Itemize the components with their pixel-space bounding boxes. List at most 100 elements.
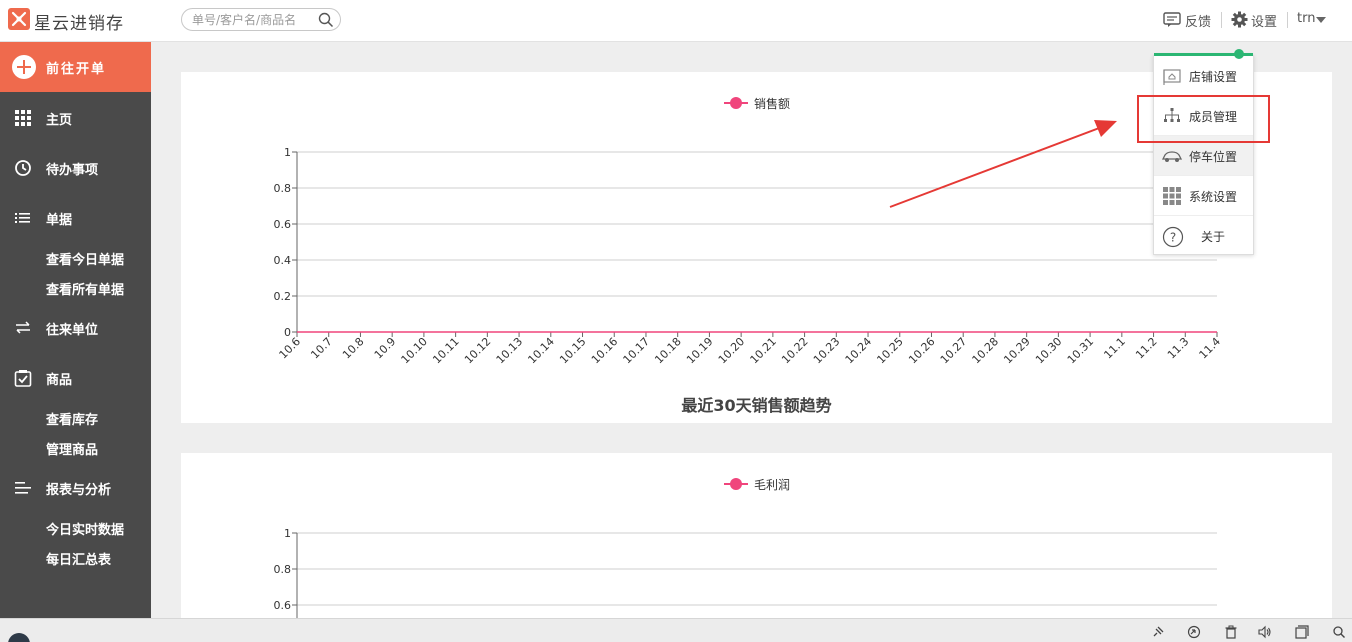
sidebar-item-label: 主页 bbox=[46, 113, 73, 128]
x-tick-label: 10.8 bbox=[340, 335, 367, 362]
x-tick-label: 10.21 bbox=[748, 335, 779, 366]
menu-item-system-settings[interactable]: 系统设置 bbox=[1154, 176, 1253, 216]
feedback-icon[interactable] bbox=[1163, 12, 1181, 32]
grid-icon bbox=[1162, 186, 1182, 206]
svg-text:?: ? bbox=[1170, 231, 1176, 245]
window-icon[interactable] bbox=[1295, 624, 1309, 639]
sidebar-item-label: 待办事项 bbox=[46, 163, 99, 178]
user-menu[interactable]: trn bbox=[1297, 11, 1315, 26]
car-icon bbox=[1161, 146, 1183, 166]
x-tick-label: 10.31 bbox=[1065, 335, 1096, 366]
divider bbox=[1221, 12, 1222, 28]
sidebar-subitem-all-docs[interactable]: 查看所有单据 bbox=[46, 279, 124, 298]
search-icon[interactable] bbox=[1332, 624, 1346, 638]
profit-chart-card: 毛利润 0.6 0.8 1 bbox=[181, 453, 1332, 633]
pin-icon[interactable] bbox=[1151, 624, 1165, 638]
legend-marker bbox=[730, 97, 742, 109]
sidebar-item-label: 报表与分析 bbox=[46, 483, 112, 498]
refresh-icon[interactable] bbox=[1187, 624, 1201, 639]
x-tick-label: 10.9 bbox=[372, 335, 399, 362]
x-tick-label: 10.22 bbox=[779, 335, 810, 366]
x-tick-label: 10.23 bbox=[811, 335, 842, 366]
x-tick-label: 10.17 bbox=[621, 335, 652, 366]
x-tick-label: 10.20 bbox=[716, 335, 747, 366]
search-box[interactable] bbox=[181, 8, 341, 31]
trash-icon[interactable] bbox=[1224, 624, 1238, 639]
x-tick-label: 11.1 bbox=[1101, 335, 1128, 362]
sidebar-subitem-manage-products[interactable]: 管理商品 bbox=[46, 439, 98, 458]
y-tick-label: 1 bbox=[284, 146, 291, 159]
settings-link[interactable]: 设置 bbox=[1251, 11, 1277, 30]
plus-icon bbox=[12, 55, 36, 79]
menu-item-label: 停车位置 bbox=[1189, 150, 1238, 164]
x-tick-label: 11.4 bbox=[1197, 335, 1224, 362]
legend-label: 销售额 bbox=[754, 97, 791, 111]
x-tick-label: 10.6 bbox=[277, 335, 304, 362]
sidebar-item-label: 单据 bbox=[46, 213, 73, 228]
top-bar: 星云进销存 反馈 设置 trn bbox=[0, 0, 1352, 42]
app-title: 星云进销存 bbox=[34, 14, 124, 34]
speaker-icon[interactable] bbox=[1258, 624, 1272, 639]
legend-label: 毛利润 bbox=[754, 478, 791, 492]
sidebar-item-partners[interactable]: 往来单位 bbox=[0, 312, 151, 342]
profit-chart: 0.6 0.8 1 bbox=[274, 527, 1217, 633]
sidebar-item-home[interactable]: 主页 bbox=[0, 102, 151, 132]
list-icon bbox=[14, 209, 32, 227]
exchange-icon bbox=[14, 319, 32, 337]
x-tick-label: 10.25 bbox=[874, 335, 905, 366]
menu-item-label: 店铺设置 bbox=[1189, 70, 1238, 84]
new-order-label: 前往开单 bbox=[46, 62, 107, 77]
y-tick-label: 0.8 bbox=[274, 563, 292, 576]
caret-down-icon[interactable] bbox=[1316, 17, 1326, 23]
x-tick-label: 11.3 bbox=[1165, 335, 1192, 362]
bars-icon bbox=[14, 479, 32, 497]
x-tick-label: 10.10 bbox=[399, 335, 430, 366]
x-tick-label: 10.13 bbox=[494, 335, 525, 366]
y-tick-label: 0.2 bbox=[274, 290, 292, 303]
menu-item-about[interactable]: ? 关于 bbox=[1154, 216, 1253, 256]
sidebar-item-label: 往来单位 bbox=[46, 323, 99, 338]
x-tick-label: 10.11 bbox=[430, 335, 461, 366]
menu-item-label: 系统设置 bbox=[1189, 190, 1238, 204]
sidebar-item-todo[interactable]: 待办事项 bbox=[0, 152, 151, 182]
search-icon[interactable] bbox=[318, 12, 334, 32]
feedback-link[interactable]: 反馈 bbox=[1185, 11, 1211, 30]
help-icon: ? bbox=[1162, 226, 1184, 248]
store-icon bbox=[1162, 66, 1182, 86]
search-input[interactable] bbox=[192, 12, 317, 28]
sidebar-subitem-inventory[interactable]: 查看库存 bbox=[46, 409, 98, 428]
sidebar-subitem-daily-summary[interactable]: 每日汇总表 bbox=[46, 549, 111, 568]
x-tick-label: 10.16 bbox=[589, 335, 620, 366]
y-tick-label: 0.6 bbox=[274, 599, 292, 612]
x-tick-label: 10.7 bbox=[308, 335, 335, 362]
sidebar-item-label: 商品 bbox=[46, 373, 73, 388]
divider bbox=[1287, 12, 1288, 28]
menu-item-label: 关于 bbox=[1201, 230, 1226, 244]
x-tick-label: 10.12 bbox=[462, 335, 493, 366]
y-tick-label: 1 bbox=[284, 527, 291, 540]
clock-icon bbox=[14, 159, 32, 177]
new-order-button[interactable]: 前往开单 bbox=[0, 42, 151, 92]
y-tick-label: 0.4 bbox=[274, 254, 292, 267]
y-tick-label: 0.8 bbox=[274, 182, 292, 195]
x-tick-label: 10.18 bbox=[652, 335, 683, 366]
highlight-box bbox=[1137, 95, 1270, 143]
x-tick-label: 10.30 bbox=[1033, 335, 1064, 366]
sidebar-item-products[interactable]: 商品 bbox=[0, 362, 151, 392]
menu-item-store-settings[interactable]: 店铺设置 bbox=[1154, 56, 1253, 96]
x-tick-label: 11.2 bbox=[1133, 335, 1160, 362]
sidebar-subitem-realtime[interactable]: 今日实时数据 bbox=[46, 519, 124, 538]
sidebar-item-documents[interactable]: 单据 bbox=[0, 202, 151, 232]
gear-icon[interactable] bbox=[1231, 11, 1248, 32]
sidebar-item-reports[interactable]: 报表与分析 bbox=[0, 472, 151, 502]
app-logo-icon bbox=[8, 8, 30, 30]
checkbox-icon bbox=[14, 369, 32, 387]
x-tick-label: 10.29 bbox=[1001, 335, 1032, 366]
settings-dropdown: 店铺设置 成员管理 停车位置 系统设置 ? 关于 bbox=[1153, 49, 1254, 256]
grid-icon bbox=[14, 109, 32, 127]
system-tray bbox=[0, 618, 1352, 642]
x-tick-label: 10.26 bbox=[906, 335, 937, 366]
sidebar: 前往开单 主页 待办事项 单据 查看今日单据 查看所有单据 往来单位 商品 查看… bbox=[0, 42, 151, 642]
sidebar-subitem-today-docs[interactable]: 查看今日单据 bbox=[46, 249, 124, 268]
x-tick-label: 10.19 bbox=[684, 335, 715, 366]
